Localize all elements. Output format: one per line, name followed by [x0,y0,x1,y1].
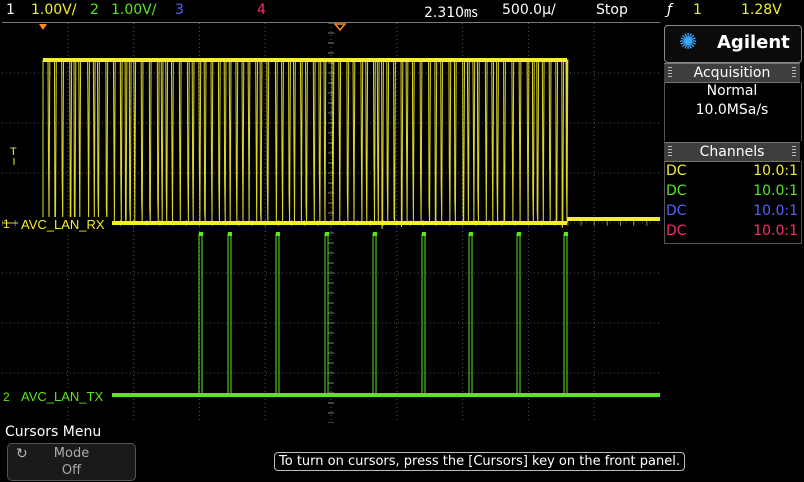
ch4-probe: 10.0:1 [753,223,798,239]
menu-title: Cursors Menu [5,424,102,440]
channel-row-1: DC 10.0:1 [664,163,800,183]
ch1-scale: 1.00V/ [31,2,77,18]
channels-title: Channels [699,144,765,160]
ch4-coupling: DC [666,223,687,239]
grip-icon [792,146,796,158]
acquisition-mode: Normal [706,83,758,99]
ch2-pulse-top [228,232,232,236]
ch1-number: 1 [6,2,15,18]
softkey-menu: Cursors Menu ↻ Mode Off To turn on curso… [0,423,804,482]
ch2-coupling: DC [666,183,687,199]
acquisition-title: Acquisition [693,65,771,81]
grip-icon [792,67,796,79]
trigger-position-marker [39,24,47,30]
ch2-pulse-top [199,232,203,236]
waveform-display[interactable]: T 1 2 AVC_LAN_RX AVC_LAN_TX [2,22,660,424]
ch2-pulse-top [373,232,377,236]
ch1-waveform [2,59,660,230]
brand-name: Agilent [717,32,790,53]
ch1-coupling: DC [666,163,687,179]
ch2-ground-marker[interactable]: 2 [3,390,10,404]
acquisition-header[interactable]: Acquisition [664,63,800,83]
ch2-low-band [112,393,660,397]
trace1-label: AVC_LAN_RX [21,217,105,232]
ch2-probe: 10.0:1 [753,183,798,199]
ch2-scale: 1.00V/ [111,2,157,18]
channel-row-4: DC 10.0:1 [664,223,800,243]
grip-icon [668,146,672,158]
softkey-value: Off [61,463,82,478]
agilent-spark-icon: ✺ [679,30,698,55]
ch2-pulse-top [325,232,329,236]
ch1-low-band [43,221,567,225]
ch1-high-band [43,58,567,62]
ch3-probe: 10.0:1 [753,203,798,219]
channel-row-2: DC 10.0:1 [664,183,800,203]
ch2-pulse-top [469,232,473,236]
ch4-number: 4 [257,2,266,18]
mode-softkey[interactable]: ↻ Mode Off [7,443,136,481]
cursor-hint-message: To turn on cursors, press the [Cursors] … [274,452,685,471]
ch1-idle-band [567,217,660,221]
ch3-coupling: DC [666,203,687,219]
trigger-source: 1 [693,2,702,18]
ch1-ground-marker[interactable]: 1 [3,217,10,231]
channels-header[interactable]: Channels [664,142,800,162]
ch2-pulse-top [564,232,568,236]
grip-icon [668,67,672,79]
brand-box: ✺ Agilent [664,25,802,63]
ch2-number: 2 [90,2,99,18]
channel-row-3: DC 10.0:1 [664,203,800,223]
delay-reference-marker [333,23,347,32]
trigger-edge-icon: ƒ [667,2,672,18]
ch2-pulse-top [517,232,521,236]
info-panel: ✺ Agilent Acquisition Normal 10.0MSa/s C… [661,22,804,422]
ch3-number: 3 [175,2,184,18]
acquisition-rate: 10.0MSa/s [695,102,769,118]
run-state: Stop [596,2,628,18]
ch1-probe: 10.0:1 [753,163,798,179]
trace-ch2 [112,232,660,397]
trigger-level-marker[interactable]: T [10,146,17,158]
ch2-waveform [112,233,660,396]
trigger-level: 1.28V [741,2,782,18]
waveform-canvas: T 1 2 AVC_LAN_RX AVC_LAN_TX [2,23,660,423]
trace2-label: AVC_LAN_TX [21,389,103,404]
status-bar: 1 1.00V/ 2 1.00V/ 3 4 2.310㎳ 500.0µ/ Sto… [0,0,804,22]
delay-readout: 2.310㎳ [424,5,479,21]
softkey-label: Mode [53,446,90,461]
ch2-pulse-top [422,232,426,236]
ch2-pulse-top [276,232,280,236]
timebase-readout: 500.0µ/ [502,2,556,18]
